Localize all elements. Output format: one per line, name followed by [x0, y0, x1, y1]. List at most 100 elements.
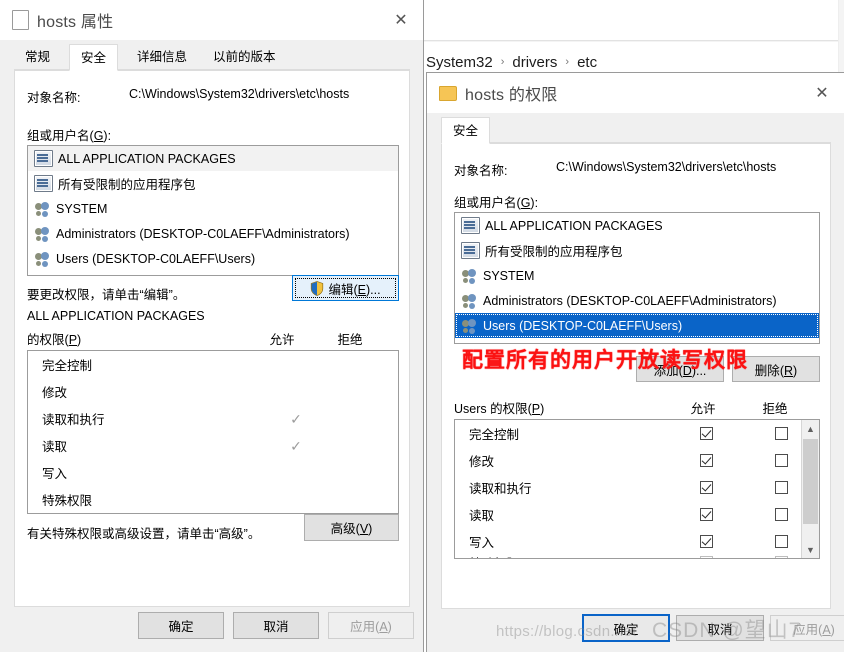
permissions-security-page: 对象名称: C:\Windows\System32\drivers\etc\ho…	[441, 143, 831, 609]
table-row: 读取	[455, 501, 819, 528]
list-item-label: 所有受限制的应用程序包	[58, 178, 196, 192]
list-item-label: Administrators (DESKTOP-C0LAEFF\Administ…	[483, 293, 777, 308]
tab-security[interactable]: 安全	[69, 44, 119, 71]
group-list-label: 组或用户名(G):	[454, 196, 539, 210]
table-row: 完全控制	[455, 420, 819, 447]
deny-checkbox[interactable]	[775, 427, 788, 440]
permission-name: 完全控制	[42, 359, 93, 373]
list-item[interactable]: ALL APPLICATION PACKAGES	[455, 213, 819, 238]
edit-button[interactable]: 编辑(E)...	[292, 275, 399, 301]
deny-checkbox[interactable]	[775, 535, 788, 548]
allow-cell[interactable]	[669, 555, 744, 558]
hosts-properties-dialog: hosts 属性 ✕ 常规 安全 详细信息 以前的版本 对象名称: C:\Win…	[0, 0, 424, 652]
allow-cell[interactable]	[669, 535, 744, 548]
close-icon[interactable]: ✕	[800, 73, 844, 113]
allow-checkbox[interactable]	[700, 508, 713, 521]
list-item[interactable]: ALL APPLICATION PACKAGES	[28, 146, 398, 171]
breadcrumb-item-drivers[interactable]: drivers	[510, 54, 559, 71]
users-icon	[34, 251, 51, 266]
breadcrumb-item-system32[interactable]: System32	[424, 54, 495, 71]
cancel-button[interactable]: 取消	[233, 612, 319, 639]
allow-checkbox[interactable]	[700, 427, 713, 440]
group-or-user-list[interactable]: ALL APPLICATION PACKAGES 所有受限制的应用程序包 SYS…	[454, 212, 820, 344]
users-icon	[34, 201, 51, 216]
list-item-label: ALL APPLICATION PACKAGES	[58, 151, 236, 166]
close-icon[interactable]: ✕	[379, 0, 423, 40]
permission-name: 写入	[42, 467, 68, 481]
allow-cell[interactable]	[669, 508, 744, 521]
tab-security[interactable]: 安全	[441, 117, 491, 144]
table-row: 读取和执行	[455, 474, 819, 501]
deny-checkbox[interactable]	[775, 454, 788, 467]
list-item[interactable]: 所有受限制的应用程序包	[455, 238, 819, 263]
deny-checkbox[interactable]	[775, 508, 788, 521]
annotation-text: 配置所有的用户开放读写权限	[462, 349, 748, 372]
package-icon	[461, 217, 480, 234]
allow-cell[interactable]	[669, 427, 744, 440]
package-icon	[461, 242, 480, 259]
scroll-up-icon[interactable]: ▲	[802, 420, 819, 437]
package-icon	[34, 175, 53, 192]
allow-checkbox[interactable]	[700, 481, 713, 494]
check-icon: ✓	[290, 437, 302, 454]
table-row: 写入	[455, 528, 819, 555]
column-header-allow: 允许	[269, 333, 295, 347]
list-item-selected[interactable]: Users (DESKTOP-C0LAEFF\Users)	[455, 313, 819, 338]
allow-cell[interactable]	[669, 481, 744, 494]
cancel-button[interactable]: 取消	[676, 615, 764, 641]
shield-icon	[311, 280, 324, 296]
list-item[interactable]: Users (DESKTOP-C0LAEFF\Users)	[28, 246, 398, 271]
scrollbar-thumb[interactable]	[803, 439, 818, 524]
group-list-accel: G	[93, 129, 104, 143]
deny-checkbox[interactable]	[775, 481, 788, 494]
list-item[interactable]: SYSTEM	[28, 196, 398, 221]
tab-general[interactable]: 常规	[14, 44, 62, 70]
breadcrumb-chevron-icon: ›	[500, 56, 505, 68]
breadcrumb-chevron-icon: ›	[565, 56, 570, 68]
group-list-label-text: 组或用户名	[27, 129, 90, 143]
file-icon	[12, 10, 29, 30]
scroll-down-icon[interactable]: ▼	[802, 541, 819, 558]
list-item[interactable]: Administrators (DESKTOP-C0LAEFF\Administ…	[28, 221, 398, 246]
table-row: 修改	[28, 378, 398, 405]
allow-checkbox[interactable]	[700, 535, 713, 548]
check-icon: ✓	[290, 410, 302, 427]
properties-title-bar: hosts 属性 ✕	[0, 0, 423, 40]
allow-checkbox[interactable]	[700, 454, 713, 467]
table-row: 完全控制	[28, 351, 398, 378]
table-row: 读取和执行 ✓	[28, 405, 398, 432]
object-name-value: C:\Windows\System32\drivers\etc\hosts	[129, 87, 350, 101]
apply-button: 应用(A)	[770, 615, 844, 641]
permissions-list[interactable]: 完全控制 修改 读取和执行 读取 写入 特殊权限 ▲ ▼	[454, 419, 820, 559]
users-icon	[461, 318, 478, 333]
group-or-user-list[interactable]: ALL APPLICATION PACKAGES 所有受限制的应用程序包 SYS…	[27, 145, 399, 276]
permissions-list[interactable]: 完全控制 修改 读取和执行 ✓ 读取 ✓ 写入 特殊权限	[27, 350, 399, 514]
list-item[interactable]: 所有受限制的应用程序包	[28, 171, 398, 196]
tab-details[interactable]: 详细信息	[126, 44, 199, 70]
allow-cell[interactable]	[669, 454, 744, 467]
allow-checkbox[interactable]	[700, 555, 713, 558]
permission-name: 读取和执行	[469, 482, 532, 496]
tab-previous-versions[interactable]: 以前的版本	[202, 44, 287, 70]
list-item-label: Users (DESKTOP-C0LAEFF\Users)	[56, 251, 256, 266]
properties-title: hosts 属性	[37, 14, 114, 31]
ok-button[interactable]: 确定	[582, 614, 670, 642]
permission-name: 读取	[42, 440, 68, 454]
list-item[interactable]: SYSTEM	[455, 263, 819, 288]
permissions-caption-line2: 的权限(P)	[27, 333, 82, 347]
allow-cell: ✓	[262, 439, 330, 453]
deny-checkbox[interactable]	[775, 555, 788, 558]
breadcrumb-item-etc[interactable]: etc	[575, 54, 599, 71]
permission-name: 读取和执行	[42, 413, 105, 427]
object-name-value: C:\Windows\System32\drivers\etc\hosts	[556, 160, 777, 174]
advanced-button[interactable]: 高级(V)	[304, 514, 399, 541]
object-name-label: 对象名称:	[454, 164, 508, 178]
ok-button[interactable]: 确定	[138, 612, 224, 639]
apply-button-label: 应用(A)	[793, 622, 835, 637]
column-header-deny: 拒绝	[337, 333, 363, 347]
group-list-accel: G	[520, 196, 531, 210]
list-item-label: ALL APPLICATION PACKAGES	[485, 218, 663, 233]
permissions-scrollbar[interactable]: ▲ ▼	[801, 420, 819, 558]
list-item[interactable]: Administrators (DESKTOP-C0LAEFF\Administ…	[455, 288, 819, 313]
list-item-label: Administrators (DESKTOP-C0LAEFF\Administ…	[56, 226, 350, 241]
